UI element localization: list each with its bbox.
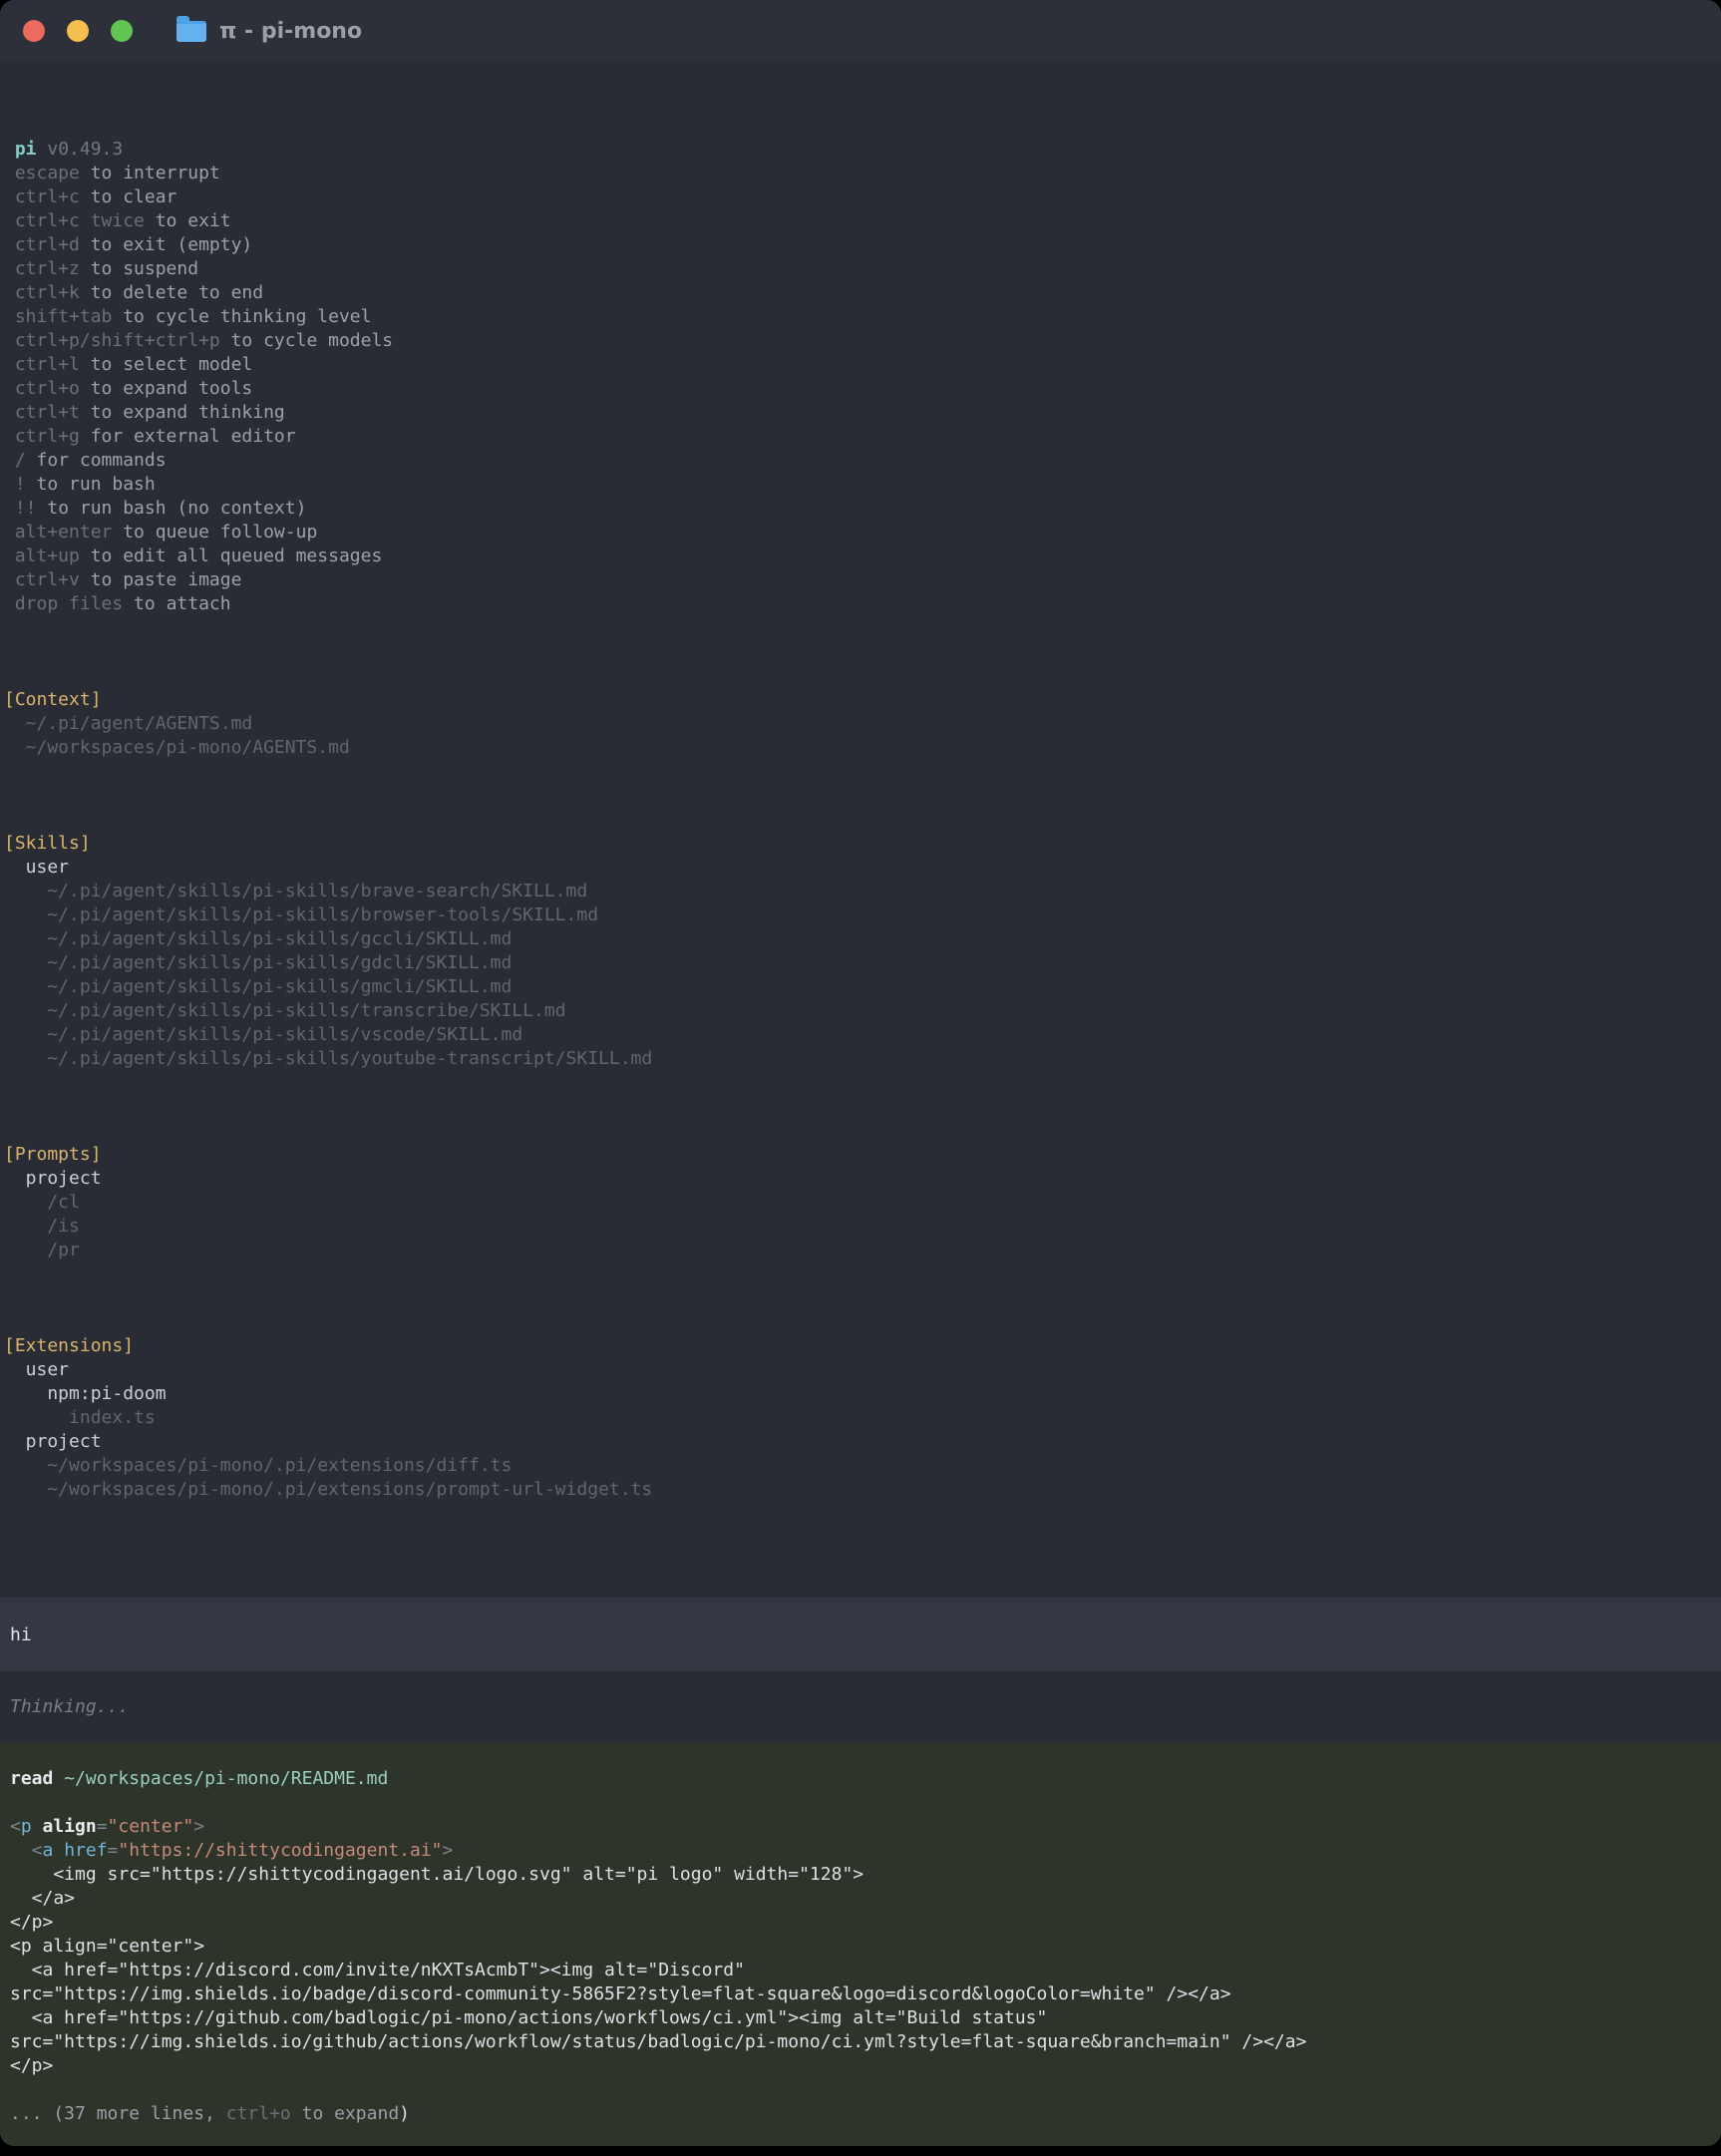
terminal-line: ~/.pi/agent/skills/pi-skills/gdcli/SKILL… [4, 951, 1707, 975]
terminal-line: ~/.pi/agent/skills/pi-skills/brave-searc… [4, 880, 1707, 903]
terminal-line [10, 2078, 1711, 2102]
terminal-line: ! to run bash [4, 473, 1707, 497]
terminal-line: <a href="https://discord.com/invite/nKXT… [10, 1959, 1711, 1982]
terminal-line: ctrl+l to select model [4, 353, 1707, 377]
terminal-line: !! to run bash (no context) [4, 497, 1707, 521]
terminal-line: src="https://img.shields.io/github/actio… [10, 2030, 1711, 2054]
terminal-line: shift+tab to cycle thinking level [4, 305, 1707, 329]
terminal-line: [Extensions] [4, 1334, 1707, 1358]
terminal-line: /pr [4, 1239, 1707, 1262]
terminal-line: alt+enter to queue follow-up [4, 521, 1707, 544]
terminal-line: escape to interrupt [4, 162, 1707, 185]
terminal-line: index.ts [4, 1406, 1707, 1430]
titlebar: π - pi-mono [0, 0, 1721, 62]
user-message-text: hi [10, 1624, 32, 1645]
terminal-line: src="https://img.shields.io/badge/discor… [10, 1982, 1711, 2006]
traffic-lights [23, 20, 133, 42]
terminal-line: alt+up to edit all queued messages [4, 544, 1707, 568]
terminal-line: drop files to attach [4, 592, 1707, 616]
window-title: π - pi-mono [219, 19, 362, 44]
terminal-line: [Prompts] [4, 1143, 1707, 1167]
terminal-line: <a href="https://shittycodingagent.ai"> [10, 1839, 1711, 1863]
terminal-line: read ~/workspaces/pi-mono/README.md [10, 1767, 1711, 1791]
terminal-line: ~/workspaces/pi-mono/AGENTS.md [4, 736, 1707, 760]
close-button[interactable] [23, 20, 45, 42]
terminal-line: pi v0.49.3 [4, 138, 1707, 162]
terminal-line: ~/.pi/agent/skills/pi-skills/youtube-tra… [4, 1047, 1707, 1071]
terminal-line: <a href="https://github.com/badlogic/pi-… [10, 2006, 1711, 2030]
terminal-line: <p align="center"> [10, 1935, 1711, 1959]
terminal-line: ctrl+o to expand tools [4, 377, 1707, 401]
skills-section: [Skills] user ~/.pi/agent/skills/pi-skil… [4, 832, 1707, 1071]
terminal-line: ~/.pi/agent/AGENTS.md [4, 712, 1707, 736]
terminal-line: [Skills] [4, 832, 1707, 856]
terminal-line: <img src="https://shittycodingagent.ai/l… [10, 1863, 1711, 1887]
context-section: [Context] ~/.pi/agent/AGENTS.md ~/worksp… [4, 688, 1707, 760]
terminal-line: / for commands [4, 449, 1707, 473]
help-shortcuts: pi v0.49.3 escape to interrupt ctrl+c to… [4, 138, 1707, 616]
terminal-line: </p> [10, 1911, 1711, 1935]
terminal-line: ctrl+c to clear [4, 185, 1707, 209]
terminal-line: [Context] [4, 688, 1707, 712]
folder-icon [176, 21, 206, 42]
terminal-line: ctrl+v to paste image [4, 568, 1707, 592]
terminal-line: ctrl+z to suspend [4, 257, 1707, 281]
terminal-line: ~/.pi/agent/skills/pi-skills/gccli/SKILL… [4, 927, 1707, 951]
terminal-line: npm:pi-doom [4, 1382, 1707, 1406]
zoom-button[interactable] [111, 20, 133, 42]
terminal-window: π - pi-mono pi v0.49.3 escape to interru… [0, 0, 1721, 2146]
terminal-line: ctrl+p/shift+ctrl+p to cycle models [4, 329, 1707, 353]
terminal-line: project [4, 1430, 1707, 1454]
extensions-section: [Extensions] user npm:pi-doom index.ts p… [4, 1334, 1707, 1502]
terminal-line [10, 1791, 1711, 1815]
terminal-line: ... (37 more lines, ctrl+o to expand) [10, 2102, 1711, 2126]
terminal-line: ctrl+t to expand thinking [4, 401, 1707, 425]
prompts-section: [Prompts] project /cl /is /pr [4, 1143, 1707, 1262]
terminal-line: ctrl+g for external editor [4, 425, 1707, 449]
minimize-button[interactable] [67, 20, 89, 42]
terminal-line: ctrl+d to exit (empty) [4, 233, 1707, 257]
terminal-line: project [4, 1167, 1707, 1191]
terminal-line: /cl [4, 1191, 1707, 1215]
terminal-line: <p align="center"> [10, 1815, 1711, 1839]
terminal-line: ~/workspaces/pi-mono/.pi/extensions/diff… [4, 1454, 1707, 1478]
terminal-line: ~/.pi/agent/skills/pi-skills/transcribe/… [4, 999, 1707, 1023]
terminal-line: ~/.pi/agent/skills/pi-skills/gmcli/SKILL… [4, 975, 1707, 999]
user-message: hi [0, 1598, 1721, 1671]
terminal-line: </p> [10, 2054, 1711, 2078]
thinking-indicator: Thinking... [0, 1695, 1721, 1719]
tool-call-read: read ~/workspaces/pi-mono/README.md <p a… [0, 1743, 1721, 2146]
terminal-line: ~/.pi/agent/skills/pi-skills/vscode/SKIL… [4, 1023, 1707, 1047]
terminal-line: ctrl+c twice to exit [4, 209, 1707, 233]
terminal-line: ~/workspaces/pi-mono/.pi/extensions/prom… [4, 1478, 1707, 1502]
terminal-line: </a> [10, 1887, 1711, 1911]
terminal-line: ~/.pi/agent/skills/pi-skills/browser-too… [4, 903, 1707, 927]
terminal-line: /is [4, 1215, 1707, 1239]
terminal-line: ctrl+k to delete to end [4, 281, 1707, 305]
session-log: pi v0.49.3 escape to interrupt ctrl+c to… [0, 62, 1721, 1550]
terminal-line: user [4, 1358, 1707, 1382]
terminal-line: user [4, 856, 1707, 880]
